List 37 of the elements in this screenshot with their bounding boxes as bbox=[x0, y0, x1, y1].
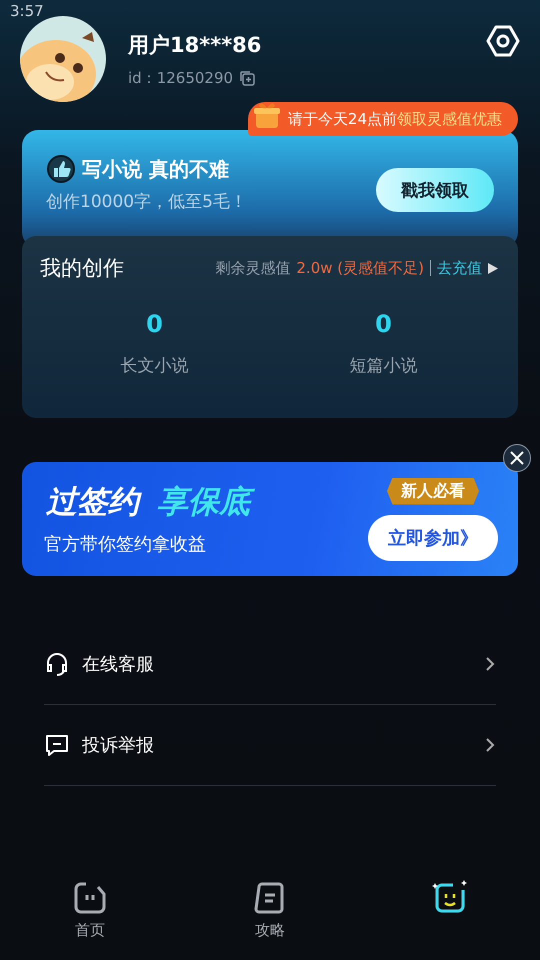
menu-item[interactable]: 在线客服 bbox=[44, 624, 496, 705]
claim-button[interactable]: 戳我领取 bbox=[376, 168, 494, 212]
stat-label[interactable]: 短篇小说 bbox=[350, 354, 418, 377]
stat-value: 0 bbox=[146, 310, 163, 338]
message-icon bbox=[44, 732, 70, 758]
join-button[interactable]: 立即参加》 bbox=[368, 514, 498, 560]
status-time: 3:57 bbox=[9, 1, 45, 22]
banner-title: 过签约 bbox=[44, 482, 145, 522]
menu-item[interactable]: 投诉举报 bbox=[44, 705, 496, 786]
banner-title: 享保底 bbox=[155, 482, 256, 522]
close-icon bbox=[510, 451, 524, 465]
headset-icon bbox=[44, 651, 70, 677]
stat-value: 0 bbox=[375, 310, 392, 338]
promo-subtitle: 创作10000字，低至5毛！ bbox=[46, 191, 247, 213]
balance-value: 2.0w (灵感值不足) bbox=[296, 258, 424, 278]
ad-banner[interactable]: 过签约 享保底 官方带你签约拿收益 新人必看 立即参加》 bbox=[22, 462, 518, 576]
play-icon bbox=[488, 262, 498, 274]
menu-label: 投诉举报 bbox=[82, 734, 155, 757]
close-button[interactable] bbox=[503, 444, 531, 472]
balance-label: 剩余灵感值 bbox=[215, 258, 290, 278]
section-title: 我的创作 bbox=[40, 255, 124, 282]
recharge-link[interactable]: 去充值 bbox=[437, 258, 482, 278]
banner-tag: 新人必看 bbox=[387, 478, 479, 504]
promo-title: 写小说 真的不难 bbox=[82, 156, 229, 182]
user-name: 用户18***86 bbox=[128, 32, 262, 58]
chevron-icon bbox=[484, 656, 496, 672]
copy-icon[interactable] bbox=[239, 70, 256, 86]
settings-icon[interactable] bbox=[486, 24, 520, 58]
promo-text: 请于今天24点前领取灵感值优惠 bbox=[288, 110, 502, 128]
banner-subtitle: 官方带你签约拿收益 bbox=[44, 533, 207, 556]
thumbs-up-icon bbox=[46, 154, 76, 184]
chevron-icon bbox=[484, 737, 496, 753]
stat-label[interactable]: 长文小说 bbox=[120, 354, 188, 377]
nav-tab[interactable]: 首页 bbox=[0, 878, 180, 941]
menu-label: 在线客服 bbox=[82, 653, 155, 676]
nav-tab[interactable]: 攻略 bbox=[180, 878, 360, 941]
user-id: id：12650290 bbox=[128, 68, 234, 88]
